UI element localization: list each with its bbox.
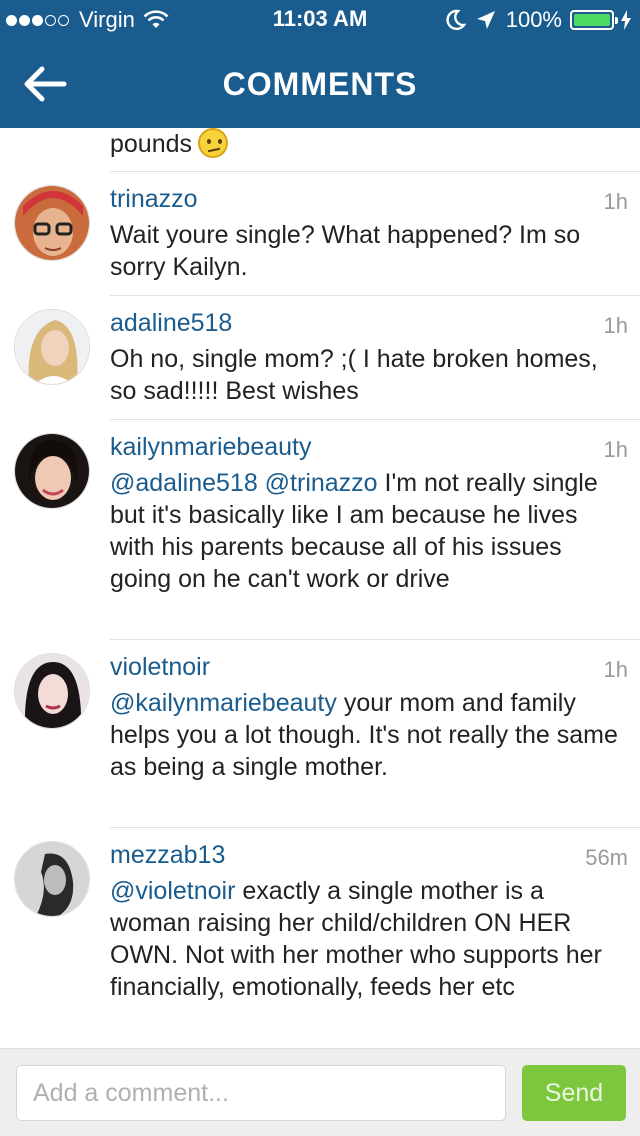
comment-body: Oh no, single mom? ;( I hate broken home… (110, 345, 598, 405)
comment-username[interactable]: violetnoir (110, 653, 210, 682)
location-arrow-icon (476, 11, 495, 29)
comment-username[interactable]: mezzab13 (110, 841, 225, 870)
comment-body: Wait youre single? What happened? Im so … (110, 221, 581, 281)
status-right: 100% (446, 6, 632, 34)
comment-text: Oh no, single mom? ;( I hate broken home… (110, 343, 625, 407)
comment-time: 1h (603, 313, 628, 338)
comment-text: @violetnoir exactly a single mother is a… (110, 875, 625, 1003)
comment-item: kailynmariebeauty 1h @adaline518 @trinaz… (0, 419, 640, 639)
divider (110, 639, 640, 640)
comment-time: 1h (603, 657, 628, 682)
comment-username[interactable]: kailynmariebeauty (110, 433, 312, 462)
send-button[interactable]: Send (522, 1065, 626, 1121)
comment-item: violetnoir 1h @kailynmariebeauty your mo… (0, 639, 640, 827)
comment-time: 1h (603, 437, 628, 462)
confused-face-emoji-icon (198, 128, 229, 158)
battery-percent: 100% (505, 7, 562, 32)
avatar[interactable] (14, 841, 90, 917)
comment-item: mezzab13 56m @violetnoir exactly a singl… (0, 827, 640, 1048)
comment-mentions[interactable]: @violetnoir (110, 877, 235, 905)
comment-input[interactable] (16, 1065, 506, 1121)
avatar[interactable] (14, 185, 90, 261)
comment-text: Wait youre single? What happened? Im so … (110, 219, 625, 283)
comment-time: 1h (603, 189, 628, 214)
comment-item: trinazzo 1h Wait youre single? What happ… (0, 171, 640, 295)
comment-mentions[interactable]: @kailynmariebeauty (110, 689, 337, 717)
avatar[interactable] (14, 653, 90, 729)
comment-username[interactable]: adaline518 (110, 309, 232, 338)
comment-composer: Send (0, 1048, 640, 1136)
divider (110, 827, 640, 828)
nav-bar: COMMENTS (0, 40, 640, 128)
comment-time: 56m (585, 845, 628, 870)
moon-icon (446, 9, 466, 31)
charging-bolt-icon (621, 10, 631, 30)
comment-text: @kailynmariebeauty your mom and family h… (110, 687, 625, 783)
comment-text: @adaline518 @trinazzo I'm not really sin… (110, 467, 625, 595)
comment-mentions[interactable]: @adaline518 @trinazzo (110, 469, 378, 497)
avatar[interactable] (14, 433, 90, 509)
avatar[interactable] (14, 309, 90, 385)
page-title: COMMENTS (222, 66, 418, 102)
divider (110, 419, 640, 420)
divider (110, 295, 640, 296)
partial-comment-text: pounds (110, 130, 193, 158)
comment-item: adaline518 1h Oh no, single mom? ;( I ha… (0, 295, 640, 419)
comment-username[interactable]: trinazzo (110, 185, 198, 214)
status-bar: Virgin 11:03 AM 100% (0, 0, 640, 40)
comments-list[interactable]: pounds trinazzo 1h Wait youre single? Wh… (0, 128, 640, 1048)
partial-comment: pounds (110, 128, 640, 171)
divider (110, 171, 640, 172)
battery-icon (570, 10, 618, 30)
